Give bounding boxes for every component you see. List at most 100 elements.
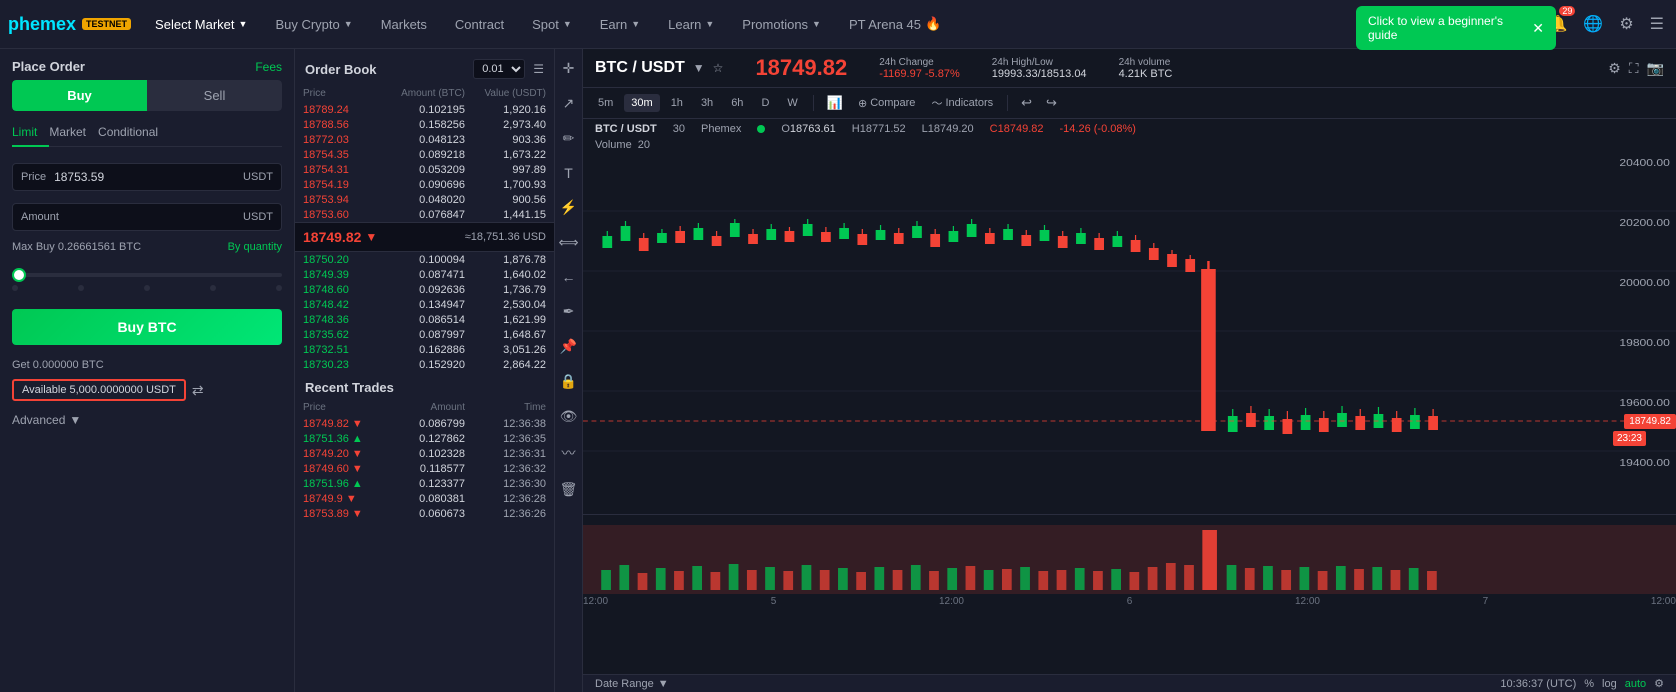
orderbook-menu-icon[interactable]: ☰ <box>533 62 544 76</box>
bid-row[interactable]: 18748.360.0865141,621.99 <box>295 312 554 327</box>
language-icon[interactable]: 🌐 <box>1579 10 1607 38</box>
compare-button[interactable]: ⊕ Compare <box>852 94 921 113</box>
pair-favorite-icon[interactable]: ☆ <box>713 61 724 75</box>
conditional-tab[interactable]: Conditional <box>98 119 170 147</box>
markets-nav[interactable]: Markets <box>369 0 439 49</box>
amount-label: Amount <box>21 211 59 223</box>
help-icon[interactable]: ☰ <box>1646 10 1668 38</box>
settings-icon[interactable]: ⚙ <box>1615 10 1637 38</box>
market-tab[interactable]: Market <box>49 119 98 147</box>
undo-icon[interactable]: ↩ <box>1016 92 1037 114</box>
pencil-icon[interactable]: ✒ <box>560 300 578 323</box>
bid-row[interactable]: 18749.390.0874711,640.02 <box>295 267 554 282</box>
trash-icon[interactable]: 🗑 <box>557 478 581 501</box>
place-order-title: Place Order <box>12 59 85 74</box>
earn-nav[interactable]: Earn ▼ <box>588 0 652 49</box>
redo-icon[interactable]: ↪ <box>1041 92 1062 114</box>
buy-btc-button[interactable]: Buy BTC <box>12 309 282 345</box>
sell-tab[interactable]: Sell <box>147 80 282 111</box>
candlestick-svg: 20400.00 20200.00 20000.00 19800.00 1960… <box>583 151 1676 511</box>
logo[interactable]: phemex TESTNET <box>8 14 131 35</box>
amount-input[interactable] <box>67 210 243 224</box>
advanced-row[interactable]: Advanced ▼ <box>12 413 282 427</box>
ask-row[interactable]: 18788.560.1582562,973.40 <box>295 117 554 132</box>
pair-settings-icon[interactable]: ▼ <box>693 61 705 75</box>
eye-icon[interactable]: 👁 <box>557 405 581 428</box>
pt-arena-nav[interactable]: PT Arena 45 🔥 <box>837 0 953 49</box>
chart-expand-icon[interactable]: ⛶ <box>1629 60 1639 77</box>
rt-amount-header: Amount <box>384 402 465 413</box>
bid-row[interactable]: 18732.510.1628863,051.26 <box>295 342 554 357</box>
tf-6h[interactable]: 6h <box>724 94 750 112</box>
back-icon[interactable]: ← <box>559 266 579 288</box>
bid-row[interactable]: 18730.230.1529202,864.22 <box>295 357 554 372</box>
transfer-icon[interactable]: ⇄ <box>192 382 204 399</box>
auto-label[interactable]: auto <box>1625 678 1646 690</box>
current-price-label: 18749.82 <box>1624 414 1676 429</box>
pin-icon[interactable]: 📌 <box>557 335 580 358</box>
learn-nav[interactable]: Learn ▼ <box>656 0 726 49</box>
contract-nav[interactable]: Contract <box>443 0 516 49</box>
trade-row: 18749.20 ▼0.10232812:36:31 <box>295 446 554 461</box>
slider-thumb[interactable] <box>12 268 26 282</box>
trend-line-icon[interactable]: ↗ <box>560 92 578 115</box>
tick-select[interactable]: 0.01 0.1 1 <box>473 59 525 79</box>
wave-icon[interactable]: 〰 <box>559 440 579 466</box>
percent-icon[interactable]: % <box>1584 678 1594 690</box>
bid-row[interactable]: 18748.420.1349472,530.04 <box>295 297 554 312</box>
ask-row[interactable]: 18772.030.048123903.36 <box>295 132 554 147</box>
slider-track[interactable] <box>12 273 282 277</box>
crosshair-icon[interactable]: ✛ <box>560 57 578 80</box>
promotions-nav[interactable]: Promotions ▼ <box>730 0 833 49</box>
indicators-button[interactable]: 〜 Indicators <box>925 92 999 114</box>
buy-crypto-nav[interactable]: Buy Crypto ▼ <box>263 0 364 49</box>
ask-row[interactable]: 18754.310.053209997.89 <box>295 162 554 177</box>
price-input[interactable] <box>54 170 243 184</box>
bid-row[interactable]: 18750.200.1000941,876.78 <box>295 252 554 267</box>
tf-3h[interactable]: 3h <box>694 94 720 112</box>
buy-sell-tabs: Buy Sell <box>12 80 282 111</box>
beginner-tooltip[interactable]: Click to view a beginner's guide ✕ <box>1356 49 1556 50</box>
log-label[interactable]: log <box>1602 678 1617 690</box>
24h-highlow-group: 24h High/Low 19993.33/18513.04 <box>992 57 1087 80</box>
bottom-settings-icon[interactable]: ⚙ <box>1654 677 1664 690</box>
tf-1h[interactable]: 1h <box>664 94 690 112</box>
bid-row[interactable]: 18748.600.0926361,736.79 <box>295 282 554 297</box>
col-value-header: Value (USDT) <box>465 88 546 99</box>
chart-type-icon[interactable]: 📊 <box>822 92 848 114</box>
measure-icon[interactable]: ⟺ <box>555 231 581 254</box>
ask-row[interactable]: 18754.190.0906961,700.93 <box>295 177 554 192</box>
chart-screenshot-icon[interactable]: 📷 <box>1647 60 1664 77</box>
fees-link[interactable]: Fees <box>255 60 282 74</box>
bid-row[interactable]: 18735.620.0879971,648.67 <box>295 327 554 342</box>
by-quantity-link[interactable]: By quantity <box>228 241 282 253</box>
ask-row[interactable]: 18753.600.0768471,441.15 <box>295 207 554 222</box>
24h-volume-group: 24h volume 4.21K BTC <box>1119 57 1173 80</box>
tf-5m[interactable]: 5m <box>591 94 620 112</box>
tf-30m[interactable]: 30m <box>624 94 659 112</box>
lock-icon[interactable]: 🔒 <box>557 370 580 393</box>
chart-panel: BTC / USDT ▼ ☆ 18749.82 24h Change -1169… <box>583 49 1676 692</box>
volume-svg <box>583 515 1676 594</box>
chart-settings-icon[interactable]: ⚙ <box>1608 60 1621 77</box>
text-icon[interactable]: T <box>561 162 576 184</box>
date-range-button[interactable]: Date Range ▼ <box>595 678 669 690</box>
fib-icon[interactable]: ⚡ <box>557 196 580 219</box>
ask-row[interactable]: 18789.240.1021951,920.16 <box>295 102 554 117</box>
slider-dot-25 <box>78 285 84 291</box>
time-label-1200-2: 12:00 <box>939 596 964 607</box>
spread-price: 18749.82 ▼ <box>303 229 377 245</box>
tf-W[interactable]: W <box>780 94 804 112</box>
buy-tab[interactable]: Buy <box>12 80 147 111</box>
draw-icon[interactable]: ✏ <box>560 127 578 150</box>
ask-row[interactable]: 18754.350.0892181,673.22 <box>295 147 554 162</box>
limit-tab[interactable]: Limit <box>12 119 49 147</box>
chart-pair-label: BTC / USDT <box>595 123 657 135</box>
promotions-arrow-icon: ▼ <box>812 19 821 29</box>
select-market-nav[interactable]: Select Market ▼ <box>143 0 259 49</box>
tf-D[interactable]: D <box>754 94 776 112</box>
amount-input-group: Amount USDT <box>12 203 282 231</box>
spot-nav[interactable]: Spot ▼ <box>520 0 584 49</box>
ask-row[interactable]: 18753.940.048020900.56 <box>295 192 554 207</box>
candlestick-chart-container: 20400.00 20200.00 20000.00 19800.00 1960… <box>583 151 1676 531</box>
